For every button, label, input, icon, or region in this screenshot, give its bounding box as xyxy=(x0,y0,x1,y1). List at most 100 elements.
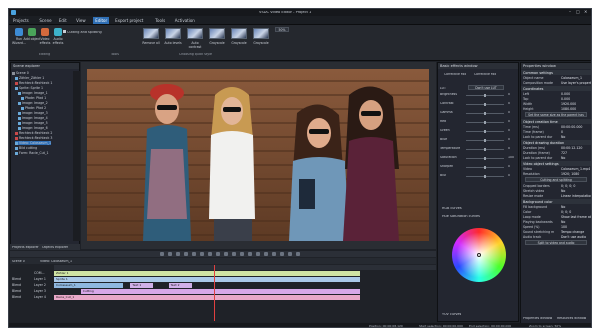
set-parent-size-button[interactable]: Set the same size as the parent has xyxy=(525,112,587,117)
tree-item[interactable]: Image: Image_5 xyxy=(18,121,48,125)
timeline-tool-icon[interactable] xyxy=(280,252,284,256)
track-header[interactable]: Blend Layer 2 xyxy=(10,283,54,289)
blend-mode[interactable]: Blend xyxy=(12,289,21,293)
property-row[interactable]: Playing backwards No xyxy=(523,220,591,225)
timeline-tool-icon[interactable] xyxy=(264,252,268,256)
property-value[interactable]: 0 xyxy=(561,130,563,134)
property-value[interactable]: Show last frame at the end xyxy=(561,215,591,219)
timeline-clip[interactable]: Text 2 xyxy=(168,283,192,288)
cutting-splitting-button[interactable]: Cutting and splitting xyxy=(525,177,587,182)
property-row[interactable]: Audio track Don't use audio xyxy=(523,235,591,240)
properties-tab[interactable]: Resources window xyxy=(557,317,586,320)
timeline-tool-icon[interactable] xyxy=(248,252,252,256)
tree-item[interactable]: Image: Image_4 xyxy=(18,116,48,120)
tree-item[interactable]: Sprite: Sprite 1 xyxy=(15,86,43,90)
timeline-tool-icon[interactable] xyxy=(176,252,180,256)
property-row[interactable]: Speed (%) 100 xyxy=(523,225,591,230)
property-section[interactable]: Coordinates xyxy=(521,86,591,91)
quick-style-1[interactable]: Auto levels xyxy=(163,28,183,48)
property-row[interactable]: Time (frame) 0 xyxy=(523,130,591,135)
yuv-curves-label[interactable]: YUV curves xyxy=(442,313,461,316)
property-value[interactable]: 0; 0; 0 xyxy=(561,210,571,214)
property-row[interactable]: Duration (frame) 727 xyxy=(523,151,591,156)
property-section[interactable]: Background color xyxy=(521,199,591,204)
cutting-splitting-button[interactable]: Cutting and splitting xyxy=(67,31,102,34)
property-value[interactable]: No xyxy=(561,205,565,209)
timeline-tool-icon[interactable] xyxy=(288,252,292,256)
quick-style-2[interactable]: Auto contrast xyxy=(185,28,205,49)
menu-item-view[interactable]: View xyxy=(76,18,86,23)
property-value[interactable]: Linear interpolation xyxy=(561,194,591,198)
tree-item[interactable]: Image: Image_1 xyxy=(18,91,48,95)
tree-item[interactable]: Bild cutting xyxy=(15,146,37,150)
slider-knob[interactable] xyxy=(484,130,486,133)
menu-item-tools[interactable]: Tools xyxy=(155,18,165,23)
slider-knob[interactable] xyxy=(484,157,486,160)
color-wheel[interactable] xyxy=(452,228,506,282)
timeline-clip[interactable]: Zähler 1 xyxy=(54,271,360,276)
property-value[interactable]: 0.000 xyxy=(561,92,570,96)
property-value[interactable]: 1920; 1080 xyxy=(561,172,579,176)
property-row[interactable]: Video Colosseum_1.mp4 xyxy=(523,167,591,172)
slider-knob[interactable] xyxy=(484,121,486,124)
tree-item[interactable]: Image: Image_2 xyxy=(18,101,48,105)
color-wheel-handle[interactable] xyxy=(477,253,481,257)
timeline-tab[interactable]: Scene 0 xyxy=(12,260,25,263)
property-row[interactable]: Stretch video No xyxy=(523,189,591,194)
tree-item[interactable]: Scene 0 xyxy=(12,71,29,75)
property-value[interactable]: 1920.000 xyxy=(561,102,576,106)
tree-item[interactable]: Image: Image_6 xyxy=(18,126,48,130)
quick-style-3[interactable]: Grayscale xyxy=(207,28,227,48)
property-value[interactable]: Colosseum_1.mp4 xyxy=(561,167,590,171)
slider-knob[interactable] xyxy=(484,175,486,178)
zoom-dropdown[interactable]: 50% xyxy=(275,27,289,32)
property-value[interactable]: 727 xyxy=(561,151,567,155)
property-section[interactable]: Object creation time xyxy=(521,119,591,124)
hue-sat-label[interactable]: Hue Saturation curves xyxy=(442,215,480,218)
property-row[interactable]: Fill background No xyxy=(523,205,591,210)
slider-knob[interactable] xyxy=(484,139,486,142)
slider-knob[interactable] xyxy=(484,103,486,106)
property-value[interactable]: No xyxy=(561,135,565,139)
effect-slider[interactable] xyxy=(466,103,504,106)
property-section[interactable]: Common settings xyxy=(521,70,591,75)
tree-item[interactable]: Rechteck:Rechteck 3 xyxy=(15,136,52,140)
timeline-tool-icon[interactable] xyxy=(208,252,212,256)
blend-mode[interactable]: Blend xyxy=(12,277,21,281)
property-value[interactable]: 0.000 xyxy=(561,97,570,101)
effect-slider[interactable] xyxy=(466,175,504,178)
effect-slider[interactable] xyxy=(466,121,504,124)
property-row[interactable]: Object name Colosseum_1 xyxy=(523,76,591,81)
maximize-icon[interactable]: □ xyxy=(576,10,580,14)
effect-slider[interactable] xyxy=(466,139,504,142)
slider-knob[interactable] xyxy=(484,148,486,151)
timeline-clip[interactable]: Cutting xyxy=(80,289,360,294)
timeline-tool-icon[interactable] xyxy=(184,252,188,256)
explorer-tab[interactable]: Projects explorer xyxy=(12,246,39,249)
property-value[interactable]: No xyxy=(561,189,565,193)
slider-knob[interactable] xyxy=(484,94,486,97)
quick-style-0[interactable]: Remove all xyxy=(141,28,161,48)
tree-item[interactable]: Zähler_Zähler 1 xyxy=(15,76,44,80)
timeline-tool-icon[interactable] xyxy=(192,252,196,256)
property-section[interactable]: Object drawing duration xyxy=(521,140,591,145)
blend-mode[interactable]: Blend xyxy=(12,295,21,299)
tree-item[interactable]: Rechteck:Rechteck 1 xyxy=(15,81,52,85)
property-value[interactable]: 1080.000 xyxy=(561,107,576,111)
effect-slider[interactable] xyxy=(466,148,504,151)
timeline-tool-icon[interactable] xyxy=(232,252,236,256)
property-row[interactable]: Time (ms) 00:00:00.000 xyxy=(523,125,591,130)
property-section[interactable]: Video object settings xyxy=(521,161,591,166)
property-value[interactable]: 100 xyxy=(561,225,567,229)
tree-item[interactable]: Video: Colosseum_1 xyxy=(15,141,52,145)
timeline-clip[interactable]: Sprite 1 xyxy=(54,277,360,282)
split-audio-button[interactable]: Split to video and audio xyxy=(525,240,587,245)
explorer-tab[interactable]: Objects explorer xyxy=(42,246,68,249)
property-row[interactable]: Height 1080.000 xyxy=(523,107,591,112)
timeline-tool-icon[interactable] xyxy=(224,252,228,256)
menu-item-activation[interactable]: Activation xyxy=(175,18,195,23)
corrective-mix-option[interactable]: Corrective Mix xyxy=(444,73,466,76)
track-header[interactable]: Blend Layer 3 xyxy=(10,289,54,295)
effect-slider[interactable] xyxy=(466,166,504,169)
property-row[interactable]: Loop mode Show last frame at the end xyxy=(523,215,591,220)
